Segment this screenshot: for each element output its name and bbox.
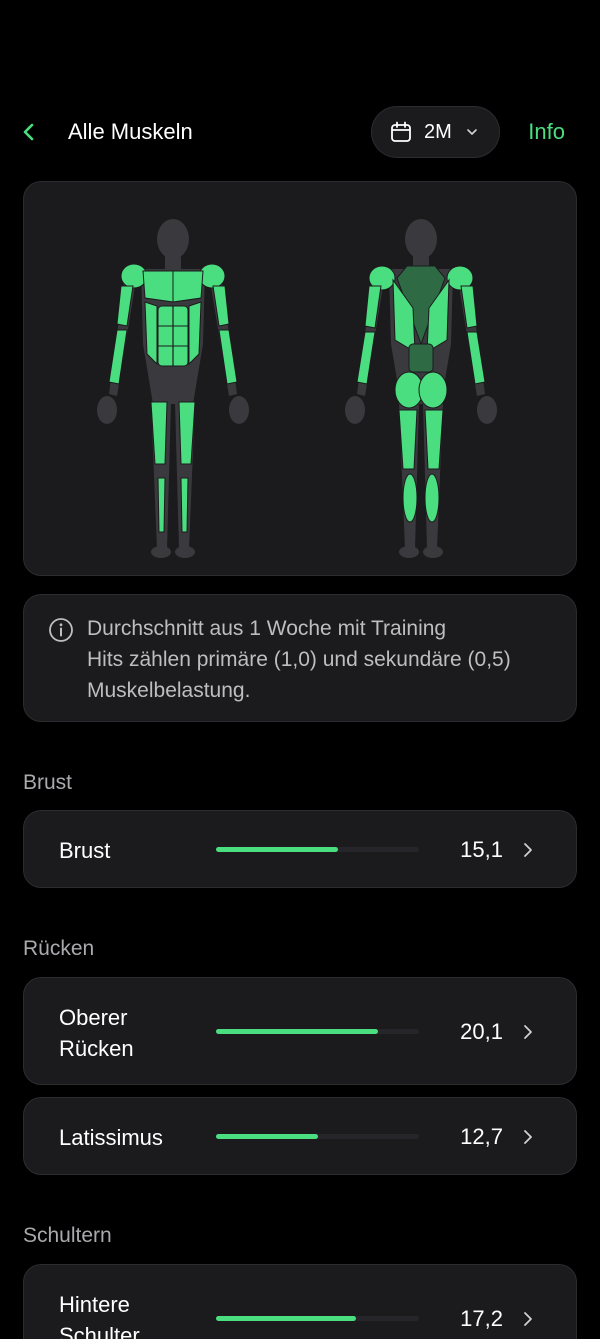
body-front-view	[97, 219, 249, 558]
muscle-value: 17,2	[460, 1306, 503, 1331]
progress-bar	[216, 847, 419, 852]
muscle-row-hintere-schulter[interactable]: Hintere Schulter 17,2	[23, 1264, 577, 1339]
chevron-right-icon	[522, 842, 534, 858]
muscle-label: Hintere Schulter	[59, 1292, 140, 1339]
page-title: Alle Muskeln	[68, 119, 193, 144]
info-card: Durchschnitt aus 1 Woche mit Training Hi…	[23, 594, 577, 722]
chevron-left-icon	[23, 123, 34, 141]
info-icon	[49, 618, 73, 642]
muscle-row-brust[interactable]: Brust 15,1	[23, 810, 577, 888]
muscle-row-oberer-ruecken[interactable]: Oberer Rücken 20,1	[23, 977, 577, 1085]
header: Alle Muskeln 2M Info	[0, 106, 600, 158]
muscle-label: Latissimus	[59, 1125, 163, 1150]
info-link[interactable]: Info	[528, 119, 565, 145]
section-title-brust: Brust	[23, 771, 73, 794]
info-line-2: Hits zählen primäre (1,0) und sekundäre …	[87, 648, 511, 702]
chevron-down-icon	[466, 128, 478, 136]
progress-fill	[216, 847, 338, 852]
muscle-label: Oberer Rücken	[59, 1005, 134, 1061]
chevron-right-icon	[522, 1311, 534, 1327]
calendar-icon	[391, 121, 411, 142]
back-button[interactable]	[14, 116, 44, 148]
section-title-ruecken: Rücken	[23, 937, 95, 960]
progress-bar	[216, 1029, 419, 1034]
chevron-right-icon	[522, 1024, 534, 1040]
info-text: Durchschnitt aus 1 Woche mit Training Hi…	[87, 613, 556, 706]
progress-fill	[216, 1134, 318, 1139]
muscle-value: 20,1	[460, 1019, 503, 1044]
muscle-row-latissimus[interactable]: Latissimus 12,7	[23, 1097, 577, 1175]
chevron-right-icon	[522, 1129, 534, 1145]
info-line-1: Durchschnitt aus 1 Woche mit Training	[87, 617, 447, 640]
muscle-value: 15,1	[460, 837, 503, 862]
muscle-label: Brust	[59, 838, 111, 863]
chest-left	[142, 270, 174, 303]
progress-fill	[216, 1316, 357, 1321]
progress-fill	[216, 1029, 379, 1034]
section-title-schultern: Schultern	[23, 1224, 112, 1247]
chest-right	[172, 270, 204, 303]
body-back-view	[345, 219, 497, 558]
progress-bar	[216, 1316, 419, 1321]
date-range-dropdown[interactable]: 2M	[371, 106, 500, 158]
muscle-value: 12,7	[460, 1124, 503, 1149]
progress-bar	[216, 1134, 419, 1139]
muscle-overview-screen: Alle Muskeln 2M Info Durchschnitt aus 1 …	[0, 0, 600, 1339]
date-range-label: 2M	[424, 120, 452, 143]
body-map-card	[23, 181, 577, 576]
